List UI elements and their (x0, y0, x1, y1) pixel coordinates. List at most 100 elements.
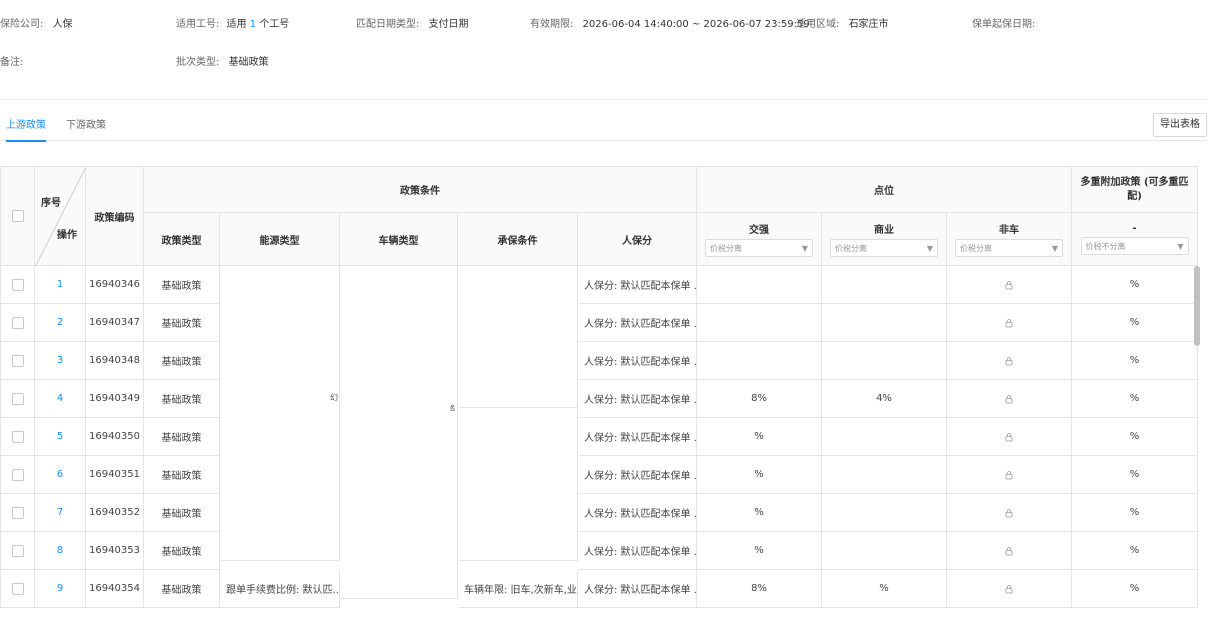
start-date-label: 保单起保日期: (972, 19, 1036, 30)
row-checkbox-cell (0, 532, 35, 570)
row-checkbox[interactable] (11, 392, 24, 405)
row-policy-type: 基础政策 (144, 342, 220, 380)
tab-downstream-policy[interactable]: 下游政策 (66, 111, 106, 141)
table-scrollbar[interactable] (1194, 266, 1200, 346)
caret-down-icon: ▼ (1051, 243, 1058, 253)
score-header: 人保分 (578, 213, 697, 266)
row-checkbox-cell (0, 266, 35, 304)
vehicle-type-header: 车辆类型 (340, 213, 458, 266)
row-feiche (947, 456, 1072, 494)
row-multi-policy: % (1072, 304, 1198, 342)
policy-type-header: 政策类型 (144, 213, 220, 266)
multi-sub-label: - (1132, 223, 1137, 234)
row-jiaoqiang: % (697, 456, 822, 494)
row-checkbox-cell (0, 304, 35, 342)
code-header: 政策编码 (86, 166, 144, 266)
row-multi-policy: % (1072, 570, 1198, 608)
feiche-tax-select[interactable]: 价税分离 ▼ (955, 239, 1063, 257)
energy-type-header: 能源类型 (220, 213, 340, 266)
row-feiche (947, 418, 1072, 456)
region-info: 适用区域: 石家庄市 (796, 18, 889, 32)
row-jiaoqiang: 8% (697, 570, 822, 608)
text-fragment: ß (450, 404, 456, 413)
row-feiche (947, 570, 1072, 608)
row-policy-code: 16940352 (86, 494, 144, 532)
row-policy-code: 16940351 (86, 456, 144, 494)
lock-icon (1005, 508, 1013, 517)
row-checkbox[interactable] (11, 278, 24, 291)
company-label: 保险公司: (0, 19, 44, 30)
insure-cond-merged-cell-2 (458, 408, 578, 561)
match-date-value: 支付日期 (428, 19, 469, 30)
export-table-button[interactable]: 导出表格 (1153, 113, 1207, 137)
row-score: 人保分: 默认匹配本保单 ... (578, 304, 697, 342)
batch-label: 批次类型: (176, 57, 220, 68)
multi-select-value: 价税不分离 (1085, 241, 1126, 251)
row-multi-policy: % (1072, 266, 1198, 304)
batch-info: 批次类型: 基础政策 (176, 56, 269, 70)
diagonal-divider (35, 167, 86, 267)
row-score: 人保分: 默认匹配本保单 ... (578, 266, 697, 304)
text-fragment: 幻 (330, 393, 338, 402)
row-checkbox[interactable] (11, 582, 24, 595)
row-policy-code: 16940354 (86, 570, 144, 608)
tab-upstream-policy[interactable]: 上游政策 (6, 111, 46, 142)
row-policy-code: 16940353 (86, 532, 144, 570)
lock-icon (1005, 356, 1013, 365)
row-policy-type: 基础政策 (144, 532, 220, 570)
row-checkbox[interactable] (11, 430, 24, 443)
workno-prefix: 适用 (226, 19, 247, 30)
row-checkbox-cell (0, 570, 35, 608)
row-shangye (822, 266, 947, 304)
row-jiaoqiang (697, 266, 822, 304)
valid-value: 2026-06-04 14:40:00 ~ 2026-06-07 23:59:5… (582, 19, 810, 30)
row-policy-type: 基础政策 (144, 456, 220, 494)
row-multi-policy: % (1072, 342, 1198, 380)
lock-icon (1005, 546, 1013, 555)
lock-icon (1005, 394, 1013, 403)
row-shangye (822, 456, 947, 494)
shangye-tax-select[interactable]: 价税分离 ▼ (830, 239, 938, 257)
workno-label: 适用工号: (176, 19, 220, 30)
jiaoqiang-label: 交强 (749, 225, 769, 236)
row-multi-policy: % (1072, 456, 1198, 494)
row-checkbox[interactable] (11, 506, 24, 519)
row-shangye (822, 342, 947, 380)
jiaoqiang-tax-select[interactable]: 价税分离 ▼ (705, 239, 813, 257)
select-all-cell (0, 166, 35, 266)
feiche-header: 非车 价税分离 ▼ (947, 213, 1072, 266)
jiaoqiang-select-value: 价税分离 (710, 243, 742, 253)
match-date-info: 匹配日期类型: 支付日期 (356, 18, 469, 32)
company-info: 保险公司: 人保 (0, 18, 73, 32)
insure-cond-header: 承保条件 (458, 213, 578, 266)
select-all-checkbox[interactable] (11, 210, 24, 222)
row-checkbox[interactable] (11, 354, 24, 367)
policy-info-panel: 保险公司: 人保 适用工号: 适用 1 个工号 匹配日期类型: 支付日期 有效期… (0, 0, 1208, 100)
row-checkbox[interactable] (11, 544, 24, 557)
shangye-label: 商业 (874, 225, 894, 236)
row-checkbox-cell (0, 342, 35, 380)
row-checkbox[interactable] (11, 316, 24, 329)
row-index: 7 (35, 494, 86, 532)
row-feiche (947, 494, 1072, 532)
multi-sub-header: - 价税不分离 ▼ (1072, 213, 1198, 266)
row-policy-type: 基础政策 (144, 266, 220, 304)
multi-tax-select[interactable]: 价税不分离 ▼ (1080, 237, 1189, 255)
row-checkbox[interactable] (11, 468, 24, 481)
row-shangye (822, 304, 947, 342)
workno-count[interactable]: 1 (250, 19, 256, 30)
row-jiaoqiang (697, 342, 822, 380)
row-index: 2 (35, 304, 86, 342)
region-label: 适用区域: (796, 19, 840, 30)
row-score: 人保分: 默认匹配本保单 ... (578, 380, 697, 418)
row-feiche (947, 342, 1072, 380)
row-index[interactable]: 1 (35, 266, 86, 304)
row-jiaoqiang: % (697, 494, 822, 532)
row-score: 人保分: 默认匹配本保单 ... (578, 532, 697, 570)
energy-type-merged-cell: 幻 (220, 266, 340, 561)
row-energy-type: 跟单手续费比例: 默认匹... (220, 570, 340, 608)
row-index: 5 (35, 418, 86, 456)
row-feiche (947, 380, 1072, 418)
row-policy-code: 16940348 (86, 342, 144, 380)
row-shangye: 4% (822, 380, 947, 418)
